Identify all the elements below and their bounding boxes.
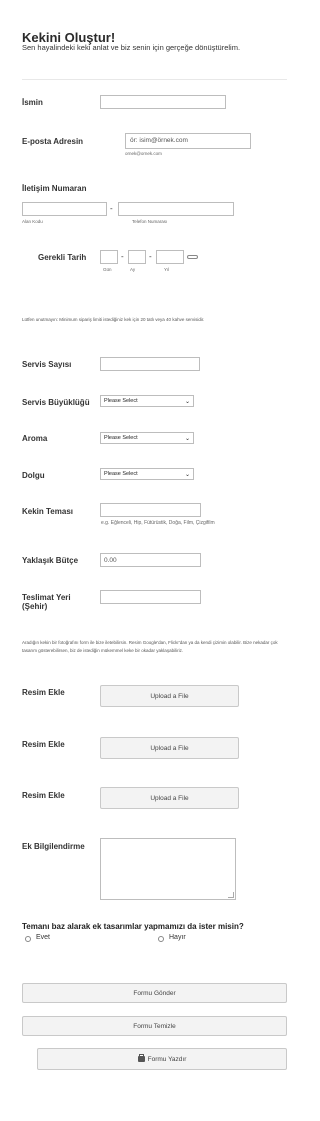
submit-form-button[interactable]: Formu Gönder bbox=[22, 983, 287, 1003]
month-label: Ay bbox=[130, 267, 136, 272]
calendar-icon[interactable] bbox=[187, 255, 198, 259]
clear-form-button[interactable]: Formu Temizle bbox=[22, 1016, 287, 1036]
radio-no[interactable] bbox=[158, 936, 164, 942]
upload-file-button-1[interactable]: Upload a File bbox=[100, 685, 239, 707]
radio-no-label[interactable]: Hayır bbox=[169, 934, 186, 941]
area-code-label: Alan Kodu bbox=[22, 219, 43, 224]
filling-select[interactable]: Please Select ⌄ bbox=[100, 468, 194, 480]
budget-value: 0.00 bbox=[104, 557, 117, 564]
area-code-input[interactable] bbox=[22, 202, 107, 216]
phone-number-input[interactable] bbox=[118, 202, 234, 216]
flavor-select[interactable]: Please Select ⌄ bbox=[100, 432, 194, 444]
day-label: Gün bbox=[103, 267, 112, 272]
delivery-input[interactable] bbox=[100, 590, 201, 604]
servings-input[interactable] bbox=[100, 357, 200, 371]
image-1-label: Resim Ekle bbox=[22, 688, 65, 697]
flavor-value: Please Select bbox=[104, 435, 138, 441]
email-hint: ornek@ornek.com bbox=[125, 151, 162, 156]
resize-handle-icon[interactable] bbox=[228, 892, 234, 898]
name-input[interactable] bbox=[100, 95, 226, 109]
print-form-button[interactable]: Formu Yazdır bbox=[37, 1048, 287, 1070]
image-3-label: Resim Ekle bbox=[22, 791, 65, 800]
theme-hint: e.g. Eğlenceli, Hip, Fütürüstik, Doğa, F… bbox=[101, 520, 215, 526]
upload-file-button-2[interactable]: Upload a File bbox=[100, 737, 239, 759]
print-form-label: Formu Yazdır bbox=[147, 1055, 187, 1063]
phone-number-label: Telefon Numarası bbox=[132, 219, 168, 224]
extra-info-textarea[interactable] bbox=[100, 838, 236, 900]
month-input[interactable] bbox=[128, 250, 146, 264]
extra-info-label: Ek Bilgilendirme bbox=[22, 842, 85, 851]
flavor-label: Aroma bbox=[22, 434, 48, 443]
day-input[interactable] bbox=[100, 250, 118, 264]
printer-icon bbox=[137, 1054, 145, 1062]
chevron-down-icon: ⌄ bbox=[184, 435, 190, 442]
image-2-label: Resim Ekle bbox=[22, 740, 65, 749]
filling-value: Please Select bbox=[104, 471, 138, 477]
header-divider bbox=[22, 79, 287, 80]
name-label: İsmin bbox=[22, 98, 43, 107]
chevron-down-icon: ⌄ bbox=[184, 471, 190, 478]
design-question: Temanı baz alarak ek tasarımlar yapmamız… bbox=[22, 922, 244, 931]
radio-yes[interactable] bbox=[25, 936, 31, 942]
photo-note: Aradığın kekin bir fotoğrafını form ile … bbox=[22, 640, 278, 653]
phone-separator: - bbox=[110, 204, 113, 213]
email-label: E-posta Adresin bbox=[22, 137, 84, 146]
serving-size-label: Servis Büyüklüğü bbox=[22, 398, 90, 407]
date-separator-2: - bbox=[149, 252, 152, 261]
filling-label: Dolgu bbox=[22, 471, 45, 480]
upload-file-button-3[interactable]: Upload a File bbox=[100, 787, 239, 809]
radio-yes-label[interactable]: Evet bbox=[36, 934, 50, 941]
delivery-label: Teslimat Yeri (Şehir) bbox=[22, 593, 71, 611]
budget-label: Yaklaşık Bütçe bbox=[22, 556, 79, 565]
budget-input[interactable]: 0.00 bbox=[100, 553, 201, 567]
email-placeholder: ör: isim@örnek.com bbox=[130, 137, 188, 144]
year-label: Yıl bbox=[164, 267, 170, 272]
theme-input[interactable] bbox=[100, 503, 201, 517]
serving-size-value: Please Select bbox=[104, 398, 138, 404]
date-separator-1: - bbox=[121, 252, 124, 261]
phone-label: İletişim Numaran bbox=[22, 184, 87, 193]
email-input[interactable]: ör: isim@örnek.com bbox=[125, 133, 251, 149]
min-order-note: Lütfen unutmayın: Minimum sipariş limiti… bbox=[22, 317, 205, 322]
form-subtitle: Sen hayalindeki keki anlat ve biz senin … bbox=[22, 43, 241, 52]
servings-label: Servis Sayısı bbox=[22, 360, 72, 369]
year-input[interactable] bbox=[156, 250, 184, 264]
theme-label: Kekin Teması bbox=[22, 507, 73, 516]
date-label: Gerekli Tarih bbox=[38, 253, 87, 262]
serving-size-select[interactable]: Please Select ⌄ bbox=[100, 395, 194, 407]
chevron-down-icon: ⌄ bbox=[184, 398, 190, 405]
